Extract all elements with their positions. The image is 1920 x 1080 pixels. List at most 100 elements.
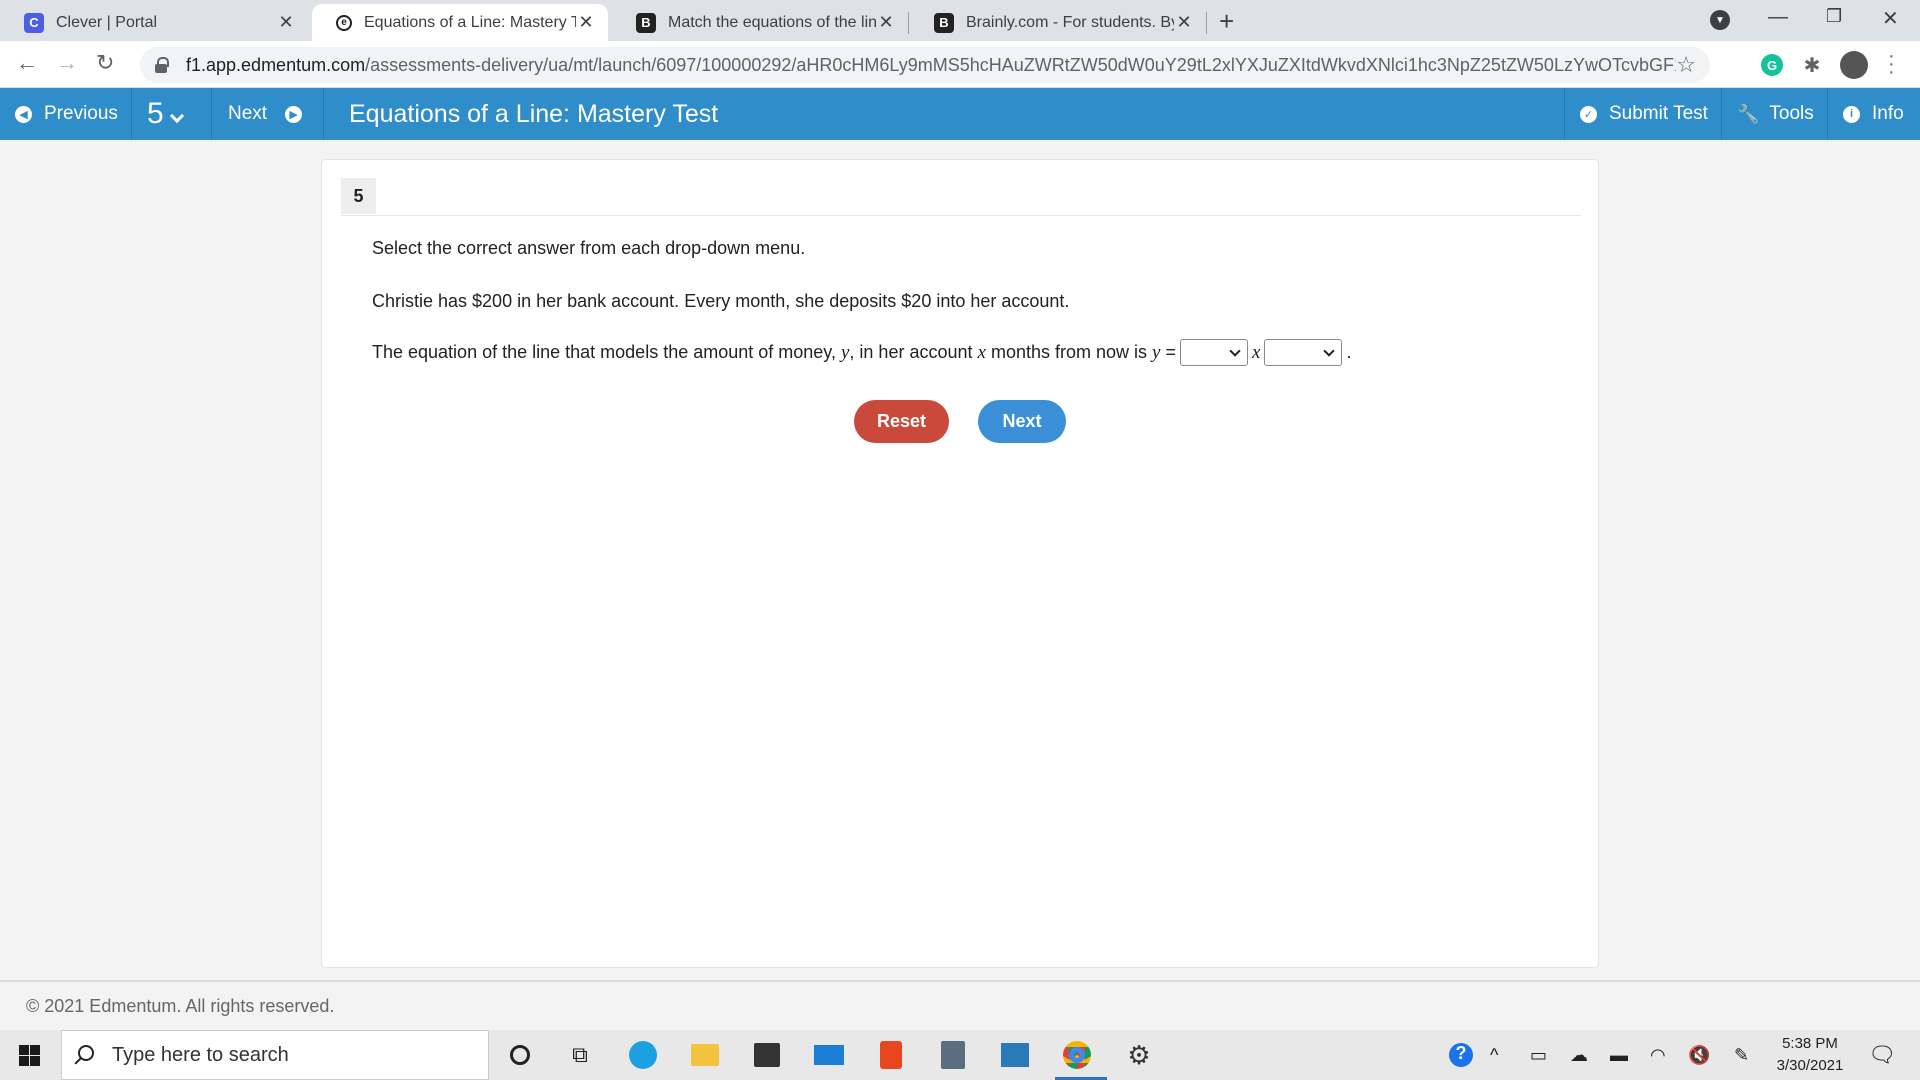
question-number: 5: [147, 97, 164, 130]
clever-favicon-icon: C: [24, 12, 44, 33]
settings-gear-icon[interactable]: ⚙: [1123, 1039, 1155, 1071]
copyright-text: © 2021 Edmentum. All rights reserved.: [26, 995, 335, 1016]
question-number-badge: 5: [341, 178, 376, 214]
test-title: Equations of a Line: Mastery Test: [349, 99, 719, 128]
period: .: [1346, 342, 1352, 362]
submit-test-button[interactable]: ✓ Submit Test: [1580, 88, 1708, 140]
chevron-up-icon[interactable]: ^: [1490, 1045, 1498, 1066]
chevron-down-icon: [1229, 344, 1241, 357]
system-clock[interactable]: 5:38 PM 3/30/2021: [1770, 1033, 1850, 1077]
edge-browser-icon[interactable]: [627, 1039, 659, 1071]
help-question-icon[interactable]: ?: [1449, 1043, 1473, 1067]
meet-now-icon[interactable]: ▭: [1530, 1045, 1547, 1066]
variable-y: y: [840, 341, 850, 363]
divider: [341, 215, 1581, 216]
header-separator: [323, 88, 324, 140]
tab-clever[interactable]: C Clever | Portal ✕: [0, 4, 308, 41]
equals-sign: =: [1165, 342, 1177, 362]
window-close-icon[interactable]: ✕: [1882, 6, 1899, 31]
tools-label: Tools: [1769, 103, 1814, 124]
wifi-icon[interactable]: ◠: [1650, 1045, 1666, 1066]
equation-mid-2: months from now is: [990, 342, 1148, 362]
browser-tab-strip: C Clever | Portal ✕ e Equations of a Lin…: [0, 0, 1920, 41]
equation-sentence: The equation of the line that models the…: [372, 339, 1351, 366]
forward-arrow-icon[interactable]: →: [56, 50, 78, 76]
mail-envelope-icon[interactable]: [813, 1039, 845, 1071]
cortana-circle-icon[interactable]: [504, 1039, 536, 1071]
lock-icon: [154, 57, 170, 73]
next-label: Next: [228, 103, 268, 124]
test-header-bar: ◀ Previous 5 Next ▶ Equations of a Line:…: [0, 88, 1920, 140]
next-button[interactable]: Next: [978, 400, 1066, 443]
extensions-puzzle-icon[interactable]: ✱: [1801, 54, 1823, 77]
next-nav-button[interactable]: Next ▶: [228, 88, 303, 140]
new-tab-plus-icon[interactable]: +: [1219, 6, 1234, 37]
question-card: 5 Select the correct answer from each dr…: [321, 159, 1599, 968]
minimize-icon[interactable]: —: [1768, 6, 1788, 29]
windows-taskbar: Type here to search ⧉ ⚙ ? ^ ▭ ☁ ▬ ◠ 🔇 ✎ …: [0, 1030, 1920, 1080]
task-view-icon[interactable]: ⧉: [564, 1039, 596, 1071]
instruction-text: Select the correct answer from each drop…: [372, 238, 806, 258]
office-icon[interactable]: [875, 1039, 907, 1071]
tab-title: Clever | Portal: [56, 13, 158, 31]
info-button[interactable]: i Info: [1843, 88, 1904, 140]
tools-button[interactable]: 🔧 Tools: [1737, 88, 1814, 140]
taskbar-search-box[interactable]: Type here to search: [61, 1030, 489, 1080]
reset-button[interactable]: Reset: [854, 400, 949, 443]
tab-title: Brainly.com - For students. By stu: [966, 13, 1174, 31]
pen-icon[interactable]: ✎: [1734, 1045, 1749, 1066]
intercept-dropdown[interactable]: [1264, 339, 1343, 366]
variable-y: y: [1152, 341, 1161, 363]
volume-muted-icon[interactable]: 🔇: [1688, 1045, 1710, 1066]
tab-brainly[interactable]: B Brainly.com - For students. By stu ✕: [910, 4, 1206, 41]
onedrive-cloud-icon[interactable]: ☁: [1570, 1045, 1588, 1066]
tab-title: Equations of a Line: Mastery Test: [364, 13, 576, 31]
brainly-favicon-icon: B: [934, 12, 954, 33]
battery-icon[interactable]: ▬: [1610, 1045, 1628, 1066]
previous-button[interactable]: ◀ Previous: [15, 88, 118, 140]
arrow-right-circle-icon: ▶: [285, 105, 303, 123]
header-separator: [1721, 88, 1722, 140]
windows-start-icon[interactable]: [19, 1045, 40, 1066]
brainly-favicon-icon: B: [636, 12, 656, 33]
profile-avatar[interactable]: [1840, 51, 1868, 79]
page-footer: © 2021 Edmentum. All rights reserved.: [0, 980, 1920, 1030]
file-explorer-icon[interactable]: [689, 1039, 721, 1071]
equation-mid-1: , in her account: [849, 342, 973, 362]
slope-dropdown[interactable]: [1180, 339, 1249, 366]
tab-separator: [1206, 12, 1207, 34]
close-icon[interactable]: ✕: [1174, 12, 1194, 33]
header-separator: [1564, 88, 1565, 140]
reload-icon[interactable]: ↻: [96, 50, 114, 76]
store-bag-icon[interactable]: [751, 1039, 783, 1071]
close-icon[interactable]: ✕: [576, 12, 596, 33]
restore-icon[interactable]: ❐: [1826, 6, 1842, 27]
browser-toolbar: ← → ↻ f1.app.edmentum.com/assessments-de…: [0, 41, 1920, 88]
variable-x: x: [1252, 341, 1261, 363]
bookmark-star-icon[interactable]: ☆: [1676, 52, 1696, 78]
submit-test-label: Submit Test: [1609, 103, 1708, 124]
browser-menu-icon[interactable]: · · ·: [1888, 46, 1895, 82]
tab-search-chevron-icon[interactable]: ▼: [1710, 10, 1730, 30]
chevron-down-icon: [169, 108, 184, 124]
tab-mastery-test[interactable]: e Equations of a Line: Mastery Test ✕: [312, 4, 608, 41]
tab-title: Match the equations of the lines: [668, 13, 876, 31]
variable-x: x: [977, 341, 986, 363]
close-icon[interactable]: ✕: [276, 12, 296, 33]
back-arrow-icon[interactable]: ←: [16, 50, 38, 76]
wrench-icon: 🔧: [1737, 103, 1760, 124]
address-bar[interactable]: f1.app.edmentum.com/assessments-delivery…: [140, 47, 1710, 83]
photos-icon[interactable]: [999, 1039, 1031, 1071]
chrome-browser-icon[interactable]: [1061, 1039, 1093, 1071]
tab-separator: [908, 12, 909, 34]
close-icon[interactable]: ✕: [876, 12, 896, 33]
header-separator: [1827, 88, 1828, 140]
grammarly-extension-icon[interactable]: G: [1761, 54, 1783, 76]
question-selector[interactable]: 5: [147, 88, 184, 140]
url-text[interactable]: f1.app.edmentum.com/assessments-delivery…: [186, 55, 1676, 76]
notifications-icon[interactable]: 🗨: [1868, 1042, 1896, 1068]
calculator-icon[interactable]: [937, 1039, 969, 1071]
edmentum-favicon-icon: e: [336, 14, 352, 31]
tab-match-equations[interactable]: B Match the equations of the lines ✕: [612, 4, 908, 41]
info-circle-icon: i: [1843, 105, 1860, 123]
